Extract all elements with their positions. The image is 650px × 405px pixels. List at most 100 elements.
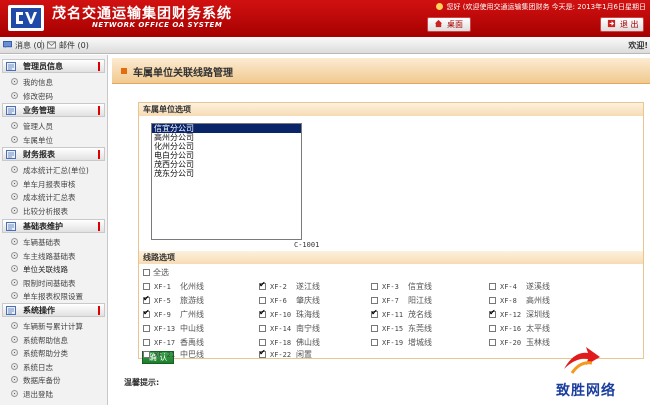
company-logo [8, 5, 44, 31]
sidebar-item[interactable]: 系统帮助分类 [8, 346, 105, 359]
sidebar-item-label: 我的信息 [23, 78, 53, 87]
route-code: XF-14 [270, 325, 292, 333]
bullet-icon [11, 91, 18, 99]
unit-option[interactable]: 茂西分公司 [152, 160, 301, 169]
exit-button[interactable]: 退 出 [600, 17, 644, 32]
sidebar-section-admin-info[interactable]: 管理员信息 [2, 59, 105, 73]
route-group-header: 线路选项 [139, 251, 643, 264]
route-checkbox[interactable] [489, 283, 496, 290]
sidebar-item[interactable]: 修改密码 [8, 89, 105, 102]
route-checkbox[interactable] [259, 348, 266, 358]
sidebar-item[interactable]: 退出登陆 [8, 387, 105, 400]
sidebar-item[interactable]: 车辆基础表 [8, 235, 105, 248]
unit-option[interactable]: 信宜分公司 [152, 124, 301, 133]
route-checkbox[interactable] [143, 339, 150, 346]
route-checkbox[interactable] [259, 280, 266, 290]
sidebar-item[interactable]: 限制时间基础表 [8, 276, 105, 289]
route-checkbox[interactable] [259, 339, 266, 346]
route-checkbox[interactable] [371, 325, 378, 332]
route-checkbox[interactable] [143, 283, 150, 290]
route-code: XF-7 [382, 297, 399, 305]
route-checkbox[interactable] [371, 308, 378, 318]
sidebar-item[interactable]: 单车报表权限设置 [8, 289, 105, 302]
unit-code: C-1001 [294, 241, 320, 249]
route-name: 深圳线 [526, 310, 550, 319]
route-checkbox[interactable] [489, 339, 496, 346]
bullet-icon [11, 122, 18, 129]
sidebar-item[interactable]: 车属单位 [8, 133, 105, 146]
sidebar-section-finance-reports[interactable]: 财务报表 [2, 147, 105, 161]
route-code: XF-19 [382, 339, 404, 347]
sidebar-item-label: 退出登陆 [23, 390, 53, 399]
route-checkbox[interactable] [259, 297, 266, 304]
exit-label: 退 出 [620, 20, 639, 29]
bullet-icon [11, 376, 18, 384]
route-checkbox[interactable] [371, 283, 378, 290]
unit-option[interactable]: 高州分公司 [152, 133, 301, 142]
sidebar-item[interactable]: 比较分析报表 [8, 204, 105, 217]
unit-option[interactable]: 电白分公司 [152, 151, 301, 160]
mail-link[interactable]: 邮件 (0) [47, 40, 89, 51]
section-marker [98, 306, 100, 315]
bullet-icon [11, 362, 18, 370]
sidebar-item[interactable]: 车辆新号累计计算 [8, 319, 105, 332]
route-name: 中巴线 [180, 350, 204, 359]
route-checkbox[interactable] [489, 325, 496, 332]
bullet-icon [11, 193, 18, 201]
sidebar-item-label: 车辆基础表 [23, 238, 61, 247]
section-icon [6, 106, 16, 115]
route-name: 佛山线 [296, 338, 320, 347]
route-code: XF-10 [270, 311, 292, 319]
sidebar-item[interactable]: 系统帮助信息 [8, 333, 105, 346]
mail-icon [47, 41, 56, 49]
sidebar-section-system-ops[interactable]: 系统操作 [2, 303, 105, 317]
brand-watermark: 致胜网络 [556, 343, 650, 405]
route-name: 信宜线 [408, 282, 432, 291]
section-icon [6, 62, 16, 71]
bullet-icon [11, 179, 18, 187]
select-all-checkbox[interactable] [143, 269, 150, 276]
route-checkbox[interactable] [143, 325, 150, 332]
desktop-button[interactable]: 桌面 [427, 17, 471, 32]
route-code: XF-17 [154, 339, 176, 347]
sidebar-item[interactable]: 成本统计汇总表 [8, 190, 105, 203]
route-checkbox[interactable] [489, 297, 496, 304]
sidebar-item[interactable]: 我的信息 [8, 75, 105, 88]
sidebar-item-label: 成本统计汇总(单位) [23, 166, 89, 175]
toolbar-divider [41, 40, 42, 50]
route-checkbox[interactable] [143, 351, 150, 358]
sidebar-item[interactable]: 数据库备份 [8, 373, 105, 386]
route-code: XF-13 [154, 325, 176, 333]
sidebar-item[interactable]: 单位关联线路 [8, 262, 105, 275]
route-checkbox[interactable] [371, 339, 378, 346]
sidebar-section-business[interactable]: 业务管理 [2, 103, 105, 117]
unit-option[interactable]: 化州分公司 [152, 142, 301, 151]
sidebar-item[interactable]: 单车月报表审核 [8, 177, 105, 190]
route-checkbox[interactable] [259, 325, 266, 332]
route-checkbox[interactable] [259, 308, 266, 318]
sidebar-item-label: 系统日志 [23, 362, 53, 372]
unit-option[interactable]: 茂东分公司 [152, 169, 301, 178]
route-checkbox[interactable] [143, 308, 150, 318]
form-box: 车属单位选项 信宜分公司 高州分公司 化州分公司 电白分公司 茂西分公司 茂东分公司 C-… [138, 102, 644, 364]
route-checkbox[interactable] [489, 308, 496, 318]
sidebar-item[interactable]: 成本统计汇总(单位) [8, 163, 105, 176]
user-icon [435, 3, 443, 10]
sidebar-item[interactable]: 系统日志 [8, 360, 105, 373]
messages-link[interactable]: 消息 (0) [3, 40, 45, 51]
route-code: XF-9 [154, 311, 171, 319]
sidebar-item[interactable]: 管理人员 [8, 119, 105, 132]
route-checkbox[interactable] [371, 297, 378, 304]
route-checkbox[interactable] [143, 294, 150, 304]
bullet-icon [11, 135, 18, 143]
bullet-icon [11, 166, 18, 173]
route-name: 闲置 [296, 350, 312, 359]
unit-listbox[interactable]: 信宜分公司 高州分公司 化州分公司 电白分公司 茂西分公司 茂东分公司 [151, 123, 302, 240]
sidebar-section-base-tables[interactable]: 基础表维护 [2, 219, 105, 233]
sidebar-item-label: 单车报表权限设置 [23, 292, 83, 302]
unit-group-label: 车属单位选项 [143, 105, 191, 114]
sidebar-item[interactable]: 车主线路基础表 [8, 249, 105, 262]
route-name: 旅游线 [180, 296, 204, 305]
section-title: 基础表维护 [23, 222, 63, 231]
sidebar-item-label: 车属单位 [23, 135, 53, 145]
